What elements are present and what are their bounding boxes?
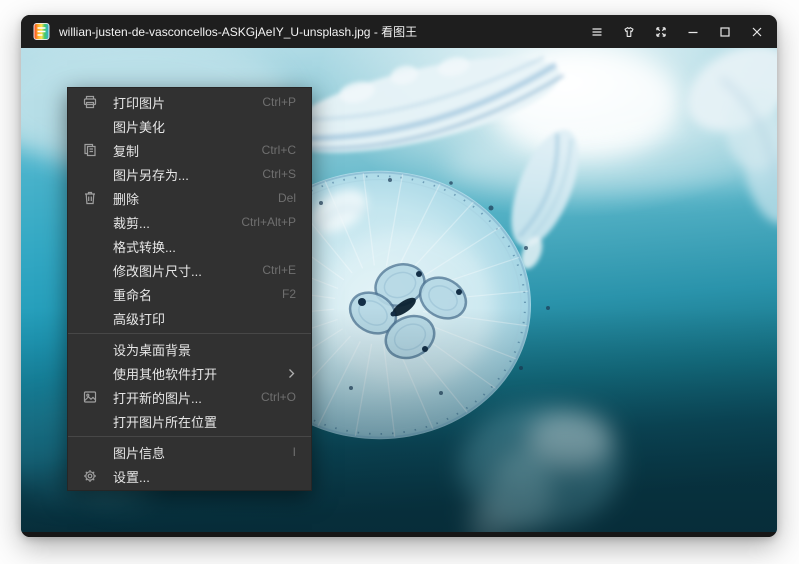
submenu-arrow-icon bbox=[288, 367, 296, 379]
theme-skin-icon bbox=[622, 25, 636, 39]
menu-item-label: 裁剪... bbox=[113, 213, 241, 232]
gear-icon bbox=[81, 467, 99, 485]
menu-separator bbox=[68, 436, 311, 437]
menu-item-shortcut: Ctrl+S bbox=[262, 167, 296, 181]
menu-item-format-convert[interactable]: 格式转换... bbox=[68, 234, 311, 258]
printer-icon bbox=[81, 93, 99, 111]
menu-item-icon-slot bbox=[81, 364, 99, 382]
menu-item-label: 图片另存为... bbox=[113, 165, 262, 184]
menu-separator bbox=[68, 333, 311, 334]
menu-item-icon-slot bbox=[81, 117, 99, 135]
menu-item-rename[interactable]: 重命名 F2 bbox=[68, 282, 311, 306]
image-viewer-window: willian-justen-de-vasconcellos-ASKGjAeIY… bbox=[21, 15, 777, 537]
minimize-icon bbox=[686, 25, 700, 39]
menu-item-shortcut: Ctrl+P bbox=[262, 95, 296, 109]
fullscreen-button[interactable] bbox=[645, 15, 677, 48]
menu-item-shortcut: F2 bbox=[282, 287, 296, 301]
menu-item-shortcut: Del bbox=[278, 191, 296, 205]
menu-item-open-with[interactable]: 使用其他软件打开 bbox=[68, 361, 311, 385]
menu-item-shortcut: Ctrl+E bbox=[262, 263, 296, 277]
menu-item-shortcut: I bbox=[293, 445, 296, 459]
window-bottom-edge bbox=[21, 532, 777, 537]
menu-item-icon-slot bbox=[81, 285, 99, 303]
menu-item-label: 打开新的图片... bbox=[113, 388, 261, 407]
menu-item-icon-slot bbox=[81, 340, 99, 358]
menu-item-label: 设为桌面背景 bbox=[113, 340, 296, 359]
close-button[interactable] bbox=[741, 15, 773, 48]
menu-item-icon-slot bbox=[81, 213, 99, 231]
screenshot-stage: willian-justen-de-vasconcellos-ASKGjAeIY… bbox=[0, 0, 799, 564]
close-icon bbox=[750, 25, 764, 39]
menu-icon bbox=[590, 25, 604, 39]
window-title: willian-justen-de-vasconcellos-ASKGjAeIY… bbox=[59, 23, 581, 40]
titlebar[interactable]: willian-justen-de-vasconcellos-ASKGjAeIY… bbox=[21, 15, 777, 48]
fullscreen-icon bbox=[654, 25, 668, 39]
menu-item-label: 设置... bbox=[113, 467, 296, 486]
menu-item-icon-slot bbox=[81, 261, 99, 279]
image-icon bbox=[81, 388, 99, 406]
menu-item-icon-slot bbox=[81, 237, 99, 255]
app-icon bbox=[33, 23, 50, 40]
menu-item-label: 打印图片 bbox=[113, 93, 262, 112]
menu-item-advanced-print[interactable]: 高级打印 bbox=[68, 306, 311, 330]
menu-item-beautify[interactable]: 图片美化 bbox=[68, 114, 311, 138]
menu-item-label: 使用其他软件打开 bbox=[113, 364, 288, 383]
menu-item-icon-slot bbox=[81, 309, 99, 327]
menu-item-print-image[interactable]: 打印图片 Ctrl+P bbox=[68, 90, 311, 114]
menu-item-label: 图片信息 bbox=[113, 443, 293, 462]
menu-item-label: 复制 bbox=[113, 141, 262, 160]
copy-icon bbox=[81, 141, 99, 159]
menu-item-shortcut: Ctrl+Alt+P bbox=[241, 215, 296, 229]
menu-item-copy[interactable]: 复制 Ctrl+C bbox=[68, 138, 311, 162]
menu-item-label: 打开图片所在位置 bbox=[113, 412, 296, 431]
menu-item-label: 删除 bbox=[113, 189, 278, 208]
titlebar-controls bbox=[581, 15, 773, 48]
menu-item-delete[interactable]: 删除 Del bbox=[68, 186, 311, 210]
context-menu: 打印图片 Ctrl+P 图片美化 复制 Ctrl+C bbox=[67, 87, 312, 491]
menu-item-crop[interactable]: 裁剪... Ctrl+Alt+P bbox=[68, 210, 311, 234]
menu-item-label: 重命名 bbox=[113, 285, 282, 304]
menu-item-icon-slot bbox=[81, 443, 99, 461]
menu-item-open-file-location[interactable]: 打开图片所在位置 bbox=[68, 409, 311, 433]
menu-item-set-wallpaper[interactable]: 设为桌面背景 bbox=[68, 337, 311, 361]
theme-skin-button[interactable] bbox=[613, 15, 645, 48]
menu-item-icon-slot bbox=[81, 412, 99, 430]
menu-item-icon-slot bbox=[81, 165, 99, 183]
menu-item-label: 图片美化 bbox=[113, 117, 296, 136]
menu-item-image-info[interactable]: 图片信息 I bbox=[68, 440, 311, 464]
menu-item-resize-image[interactable]: 修改图片尺寸... Ctrl+E bbox=[68, 258, 311, 282]
maximize-button[interactable] bbox=[709, 15, 741, 48]
menu-item-settings[interactable]: 设置... bbox=[68, 464, 311, 488]
menu-item-open-new-image[interactable]: 打开新的图片... Ctrl+O bbox=[68, 385, 311, 409]
menu-item-label: 修改图片尺寸... bbox=[113, 261, 262, 280]
minimize-button[interactable] bbox=[677, 15, 709, 48]
menu-item-label: 格式转换... bbox=[113, 237, 296, 256]
menu-item-shortcut: Ctrl+C bbox=[262, 143, 296, 157]
menu-item-label: 高级打印 bbox=[113, 309, 296, 328]
menu-button[interactable] bbox=[581, 15, 613, 48]
trash-icon bbox=[81, 189, 99, 207]
menu-item-shortcut: Ctrl+O bbox=[261, 390, 296, 404]
menu-item-save-as[interactable]: 图片另存为... Ctrl+S bbox=[68, 162, 311, 186]
maximize-icon bbox=[718, 25, 732, 39]
